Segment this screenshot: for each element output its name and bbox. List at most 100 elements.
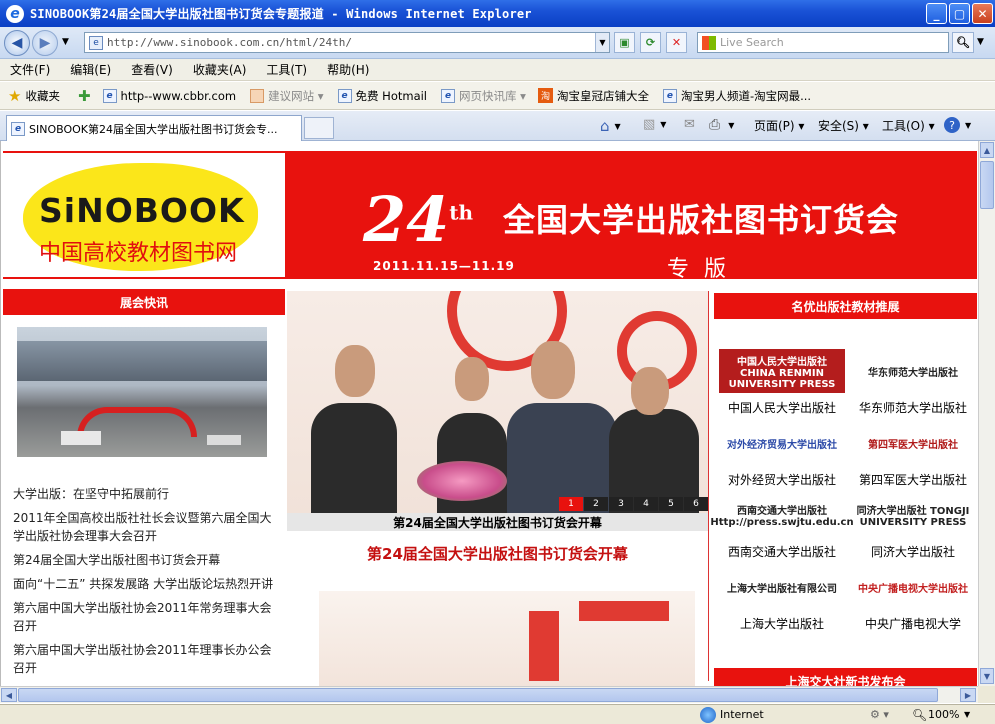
history-dropdown-icon[interactable]: ▼ (62, 37, 69, 47)
slider-photo[interactable]: 1 2 3 4 5 6 (287, 291, 708, 513)
address-dropdown-icon[interactable]: ▼ (595, 33, 609, 52)
address-url[interactable]: http://www.sinobook.com.cn/html/24th/ (107, 36, 352, 49)
publisher-crtvu[interactable]: 中央广播电视大学出版社 中央广播电视大学 (849, 565, 977, 632)
close-button[interactable]: ✕ (972, 3, 993, 24)
exhibition-hall-photo[interactable] (17, 327, 267, 457)
menu-file[interactable]: 文件(F) (10, 61, 50, 78)
favorites-star-icon: ★ (8, 86, 22, 105)
favorites-bar: ★ 收藏夹 ✚ e http--www.cbbr.com 建议网站 ▾ e 免费 H… (0, 82, 995, 110)
zoom-icon[interactable]: 🔍︎ (912, 708, 927, 722)
print-button[interactable]: ⎙ ▼ (709, 117, 734, 133)
publisher-uibe[interactable]: 对外经济贸易大学出版社 对外经贸大学出版社 (718, 421, 846, 488)
search-button[interactable]: 🔍︎ (952, 32, 974, 53)
slide-1-button[interactable]: 1 (559, 497, 583, 511)
fav-link-cbbr[interactable]: e http--www.cbbr.com (102, 88, 237, 103)
help-button[interactable]: ? ▼ (944, 117, 971, 133)
page-menu-button[interactable]: 页面(P) ▾ (754, 117, 804, 134)
feeds-button[interactable]: ▧ ▼ (643, 117, 666, 132)
scroll-up-button[interactable]: ▲ (980, 142, 994, 158)
fav-link-suggested-sites[interactable]: 建议网站 ▾ (250, 88, 324, 104)
news-link[interactable]: 大学出版：在坚守中拓展前行 (13, 485, 275, 503)
news-link[interactable]: 第六届中国大学出版社协会2011年理事长办公会召开 (13, 641, 275, 677)
vertical-scrollbar[interactable]: ▲ ▼ (978, 141, 995, 686)
compatibility-icon[interactable]: ▣ (614, 32, 635, 53)
search-options-icon[interactable]: ▼ (977, 37, 984, 47)
vertical-scroll-thumb[interactable] (980, 161, 994, 209)
safety-menu-button[interactable]: 安全(S) ▾ (818, 117, 869, 134)
menu-view[interactable]: 查看(V) (131, 61, 173, 78)
menu-edit[interactable]: 编辑(E) (70, 61, 111, 78)
publisher-name: 第四军医大学出版社 (858, 473, 967, 487)
scroll-down-button[interactable]: ▼ (980, 668, 994, 684)
slide-5-button[interactable]: 5 (659, 497, 683, 511)
stop-button[interactable]: ✕ (666, 32, 687, 53)
publisher-tongji[interactable]: 同济大学出版社 TONGJI UNIVERSITY PRESS 同济大学出版社 (849, 493, 977, 560)
back-button[interactable]: ◀ (4, 30, 30, 56)
scroll-left-button[interactable]: ◀ (1, 688, 17, 702)
news-link[interactable]: 2011年全国高校出版社社长会议暨第六届全国大学出版社协会理事大会召开 (13, 509, 275, 545)
mail-icon: ✉ (684, 117, 695, 132)
fav-link-label: 淘宝男人频道-淘宝网最... (680, 88, 812, 103)
horizontal-scroll-thumb[interactable] (18, 688, 938, 702)
refresh-button[interactable]: ⟳ (640, 32, 661, 53)
search-input[interactable]: Live Search (697, 32, 949, 53)
logo-text-zh: 中国高校教材图书网 (39, 241, 238, 266)
fav-link-label: http--www.cbbr.com (120, 88, 237, 103)
publisher-swjtu[interactable]: 西南交通大学出版社 Http://press.swjtu.edu.cn 西南交通… (710, 493, 853, 560)
publisher-logo: 第四军医大学出版社 (868, 439, 958, 451)
slide-3-button[interactable]: 3 (609, 497, 633, 511)
banner-dates: 2011.11.15—11.19 (373, 259, 515, 273)
forward-button[interactable]: ▶ (32, 30, 58, 56)
home-button[interactable]: ⌂ ▼ (600, 117, 621, 135)
live-search-icon (702, 35, 716, 50)
printer-icon: ⎙ (709, 117, 721, 133)
publisher-name: 华东师范大学出版社 (858, 401, 967, 415)
slide-4-button[interactable]: 4 (634, 497, 658, 511)
column-divider (708, 291, 709, 681)
tools-menu-button[interactable]: 工具(O) ▾ (882, 117, 935, 134)
news-link[interactable]: 面向“十二五” 共探发展路 大学出版论坛热烈开讲 (13, 575, 275, 593)
article-title[interactable]: 第24届全国大学出版社图书订货会开幕 (287, 543, 708, 564)
publishers-heading: 名优出版社教材推展 (714, 293, 977, 319)
scroll-corner (978, 686, 995, 703)
zoom-level[interactable]: 100% (928, 708, 959, 721)
new-tab-button[interactable] (304, 117, 334, 139)
add-favorite-icon[interactable]: ✚ (78, 87, 95, 105)
fav-link-taobao-crown[interactable]: 淘淘宝皇冠店铺大全 (537, 88, 649, 104)
publishers-column: 名优出版社教材推展 中国人民大学出版社 CHINA RENMIN UNIVERS… (710, 293, 977, 686)
mail-button[interactable]: ✉ (684, 117, 695, 132)
fav-link-taobao-men[interactable]: e 淘宝男人频道-淘宝网最... (662, 88, 812, 104)
fav-link-hotmail[interactable]: e 免费 Hotmail (337, 88, 427, 104)
horizontal-scrollbar[interactable]: ◀ ▶ (0, 686, 978, 703)
maximize-button[interactable]: ▢ (949, 3, 970, 24)
featured-slider: 1 2 3 4 5 6 第24届全国大学出版社图书订货会开幕 第24届全国大学出… (287, 291, 708, 686)
publisher-fmmu[interactable]: 第四军医大学出版社 第四军医大学出版社 (849, 421, 977, 488)
menu-tools[interactable]: 工具(T) (266, 61, 307, 78)
zoom-dropdown-icon[interactable]: ▼ (964, 710, 970, 719)
publisher-shu[interactable]: 上海大学出版社有限公司 上海大学出版社 (718, 565, 846, 632)
tab-bar: e SINOBOOK第24届全国大学出版社图书订货会专... ⌂ ▼ ▧ ▼ ✉ ⎙… (0, 111, 995, 141)
address-bar[interactable]: e http://www.sinobook.com.cn/html/24th/ … (84, 32, 610, 53)
minimize-button[interactable]: _ (926, 3, 947, 24)
publisher-renmin[interactable]: 中国人民大学出版社 CHINA RENMIN UNIVERSITY PRESS … (718, 349, 846, 416)
publisher-logo: 对外经济贸易大学出版社 (727, 439, 837, 451)
window-title-bar[interactable]: e SINOBOOK第24届全国大学出版社图书订货会专题报道 - Windows… (0, 0, 995, 27)
news-link[interactable]: 第24届全国大学出版社图书订货会开幕 (13, 551, 275, 569)
menu-favorites[interactable]: 收藏夹(A) (193, 61, 247, 78)
publisher-name: 西南交通大学出版社 (727, 545, 836, 559)
publisher-logo: 同济大学出版社 TONGJI UNIVERSITY PRESS (856, 506, 970, 528)
search-placeholder: Live Search (720, 36, 784, 49)
menu-help[interactable]: 帮助(H) (327, 61, 369, 78)
sinobook-logo[interactable]: SiNOBOOK 中国高校教材图书网 (3, 153, 285, 277)
news-link[interactable]: 第六届中国大学出版社协会2011年常务理事大会召开 (13, 599, 275, 635)
slide-6-button[interactable]: 6 (684, 497, 708, 511)
scroll-right-button[interactable]: ▶ (960, 688, 976, 702)
tab-sinobook[interactable]: e SINOBOOK第24届全国大学出版社图书订货会专... (6, 115, 302, 141)
status-bar: Internet ⚙ ▾ 🔍︎ 100% ▼ (0, 704, 995, 724)
slider-caption[interactable]: 第24届全国大学出版社图书订货会开幕 (287, 513, 708, 531)
protected-mode-icon[interactable]: ⚙ ▾ (870, 708, 889, 721)
favorites-button[interactable]: ★ 收藏夹 (8, 87, 60, 105)
slide-2-button[interactable]: 2 (584, 497, 608, 511)
publisher-ecnu[interactable]: 华东师范大学出版社 华东师范大学出版社 (849, 349, 977, 416)
fav-link-web-slice-gallery[interactable]: e 网页快讯库 ▾ (441, 88, 526, 104)
